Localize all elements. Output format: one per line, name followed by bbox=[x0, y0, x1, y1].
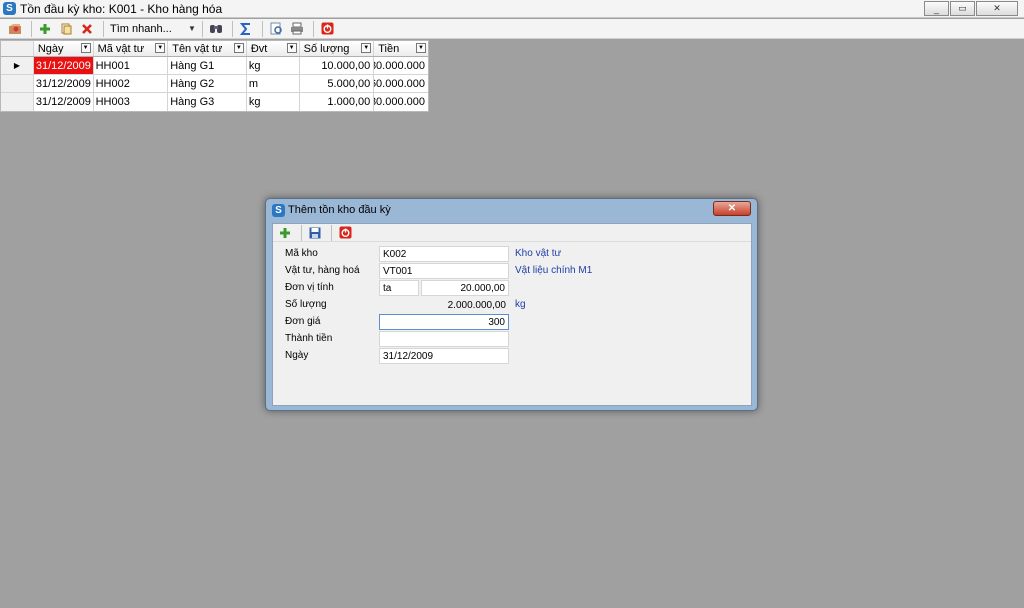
toolbar-separator bbox=[232, 20, 233, 37]
conversion-factor-field[interactable]: 20.000,00 bbox=[421, 280, 509, 296]
date-field[interactable]: 31/12/2009 bbox=[379, 348, 509, 364]
table-cell-amount[interactable]: 80.000.000 bbox=[374, 57, 428, 74]
sum-icon[interactable] bbox=[237, 21, 255, 37]
printer-icon[interactable] bbox=[288, 21, 306, 37]
date-label: Ngày bbox=[285, 350, 309, 361]
quick-search-input[interactable]: Tìm nhanh... bbox=[108, 21, 188, 37]
column-header-code[interactable]: Mã vật tư ▼ bbox=[94, 41, 169, 56]
row-indicator-header bbox=[1, 41, 34, 56]
table-row[interactable]: 31/12/2009 HH002 Hàng G2 m 5.000,00 60.0… bbox=[1, 75, 428, 93]
item-code-field[interactable]: VT001 bbox=[379, 263, 509, 279]
toolbar-separator bbox=[301, 224, 302, 241]
dialog-close-button[interactable]: ✕ bbox=[713, 201, 751, 216]
table-cell-unit[interactable]: kg bbox=[247, 93, 300, 111]
copy-icon[interactable] bbox=[57, 21, 75, 37]
table-cell-quantity[interactable]: 10.000,00 bbox=[300, 57, 375, 74]
filter-dropdown-icon[interactable]: ▼ bbox=[361, 43, 372, 53]
quantity-unit-text: kg bbox=[515, 299, 526, 310]
table-cell-code[interactable]: HH001 bbox=[94, 57, 169, 74]
grid-header-row: Ngày ▼ Mã vật tư ▼ Tên vật tư ▼ Đvt ▼ Số lượ… bbox=[1, 41, 428, 57]
filter-dropdown-icon[interactable]: ▼ bbox=[80, 43, 91, 53]
exit-icon[interactable] bbox=[318, 21, 336, 37]
toolbar-separator bbox=[262, 20, 263, 37]
window-title: Tồn đầu kỳ kho: K001 - Kho hàng hóa bbox=[20, 1, 223, 16]
chevron-down-icon[interactable]: ▼ bbox=[188, 24, 198, 33]
app-logo-icon: S bbox=[272, 203, 285, 217]
item-name-text: Vật liệu chính M1 bbox=[515, 265, 593, 276]
quick-search-text: Tìm nhanh... bbox=[110, 22, 172, 35]
column-header-name[interactable]: Tên vật tư ▼ bbox=[168, 41, 247, 56]
column-header-date[interactable]: Ngày ▼ bbox=[34, 41, 94, 56]
table-cell-unit[interactable]: kg bbox=[247, 57, 300, 74]
row-indicator bbox=[1, 93, 34, 111]
restore-button[interactable]: ▭ bbox=[950, 1, 975, 16]
main-title-bar: S Tồn đầu kỳ kho: K001 - Kho hàng hóa _ … bbox=[0, 0, 1024, 18]
filter-dropdown-icon[interactable]: ▼ bbox=[416, 43, 426, 53]
total-amount-field[interactable] bbox=[379, 331, 509, 347]
column-header-unit[interactable]: Đvt ▼ bbox=[247, 41, 300, 56]
filter-dropdown-icon[interactable]: ▼ bbox=[155, 43, 166, 53]
warehouse-code-field[interactable]: K002 bbox=[379, 246, 509, 262]
open-icon[interactable] bbox=[6, 21, 24, 37]
unit-label: Đơn vị tính bbox=[285, 282, 334, 293]
table-cell-date[interactable]: 31/12/2009 bbox=[33, 57, 94, 74]
close-window-button[interactable]: ✕ bbox=[976, 1, 1018, 16]
table-cell-amount[interactable]: 60.000.000 bbox=[374, 75, 428, 92]
dialog-body: Mã kho K002 Kho vật tư Vật tư, hàng hoá … bbox=[272, 223, 752, 406]
dialog-toolbar bbox=[273, 224, 751, 242]
quantity-field[interactable]: 2.000.000,00 bbox=[379, 297, 509, 313]
add-opening-stock-dialog: S Thêm tồn kho đầu kỳ ✕ Mã kho K002 Kho … bbox=[265, 198, 758, 411]
table-row[interactable]: ▶ 31/12/2009 HH001 Hàng G1 kg 10.000,00 … bbox=[1, 57, 428, 75]
unit-price-label: Đơn giá bbox=[285, 316, 321, 327]
dialog-title-bar[interactable]: S Thêm tồn kho đầu kỳ bbox=[266, 199, 757, 221]
print-preview-icon[interactable] bbox=[267, 21, 285, 37]
delete-icon[interactable] bbox=[78, 21, 96, 37]
table-cell-code[interactable]: HH003 bbox=[94, 93, 169, 111]
column-header-amount[interactable]: Tiền ▼ bbox=[374, 41, 428, 56]
table-cell-date[interactable]: 31/12/2009 bbox=[34, 75, 94, 92]
filter-dropdown-icon[interactable]: ▼ bbox=[233, 43, 244, 53]
warehouse-code-label: Mã kho bbox=[285, 248, 318, 259]
table-row[interactable]: 31/12/2009 HH003 Hàng G3 kg 1.000,00 30.… bbox=[1, 93, 428, 111]
table-cell-name[interactable]: Hàng G3 bbox=[168, 93, 247, 111]
exit-icon[interactable] bbox=[336, 225, 354, 241]
toolbar-separator bbox=[331, 224, 332, 241]
dialog-title: Thêm tồn kho đầu kỳ bbox=[288, 204, 391, 216]
window-controls: _ ▭ ✕ bbox=[923, 1, 1018, 16]
warehouse-name-text: Kho vật tư bbox=[515, 248, 562, 259]
table-cell-quantity[interactable]: 1.000,00 bbox=[300, 93, 375, 111]
quantity-label: Số lượng bbox=[285, 299, 327, 310]
add-icon[interactable] bbox=[36, 21, 54, 37]
table-cell-code[interactable]: HH002 bbox=[94, 75, 169, 92]
toolbar-separator bbox=[202, 20, 203, 37]
unit-field[interactable]: ta bbox=[379, 280, 419, 296]
row-indicator bbox=[1, 75, 34, 92]
binoculars-icon[interactable] bbox=[207, 21, 225, 37]
toolbar-separator bbox=[103, 20, 104, 37]
inventory-grid: Ngày ▼ Mã vật tư ▼ Tên vật tư ▼ Đvt ▼ Số lượ… bbox=[0, 40, 429, 112]
table-cell-date[interactable]: 31/12/2009 bbox=[34, 93, 94, 111]
add-icon[interactable] bbox=[276, 225, 294, 241]
main-toolbar: Tìm nhanh... ▼ bbox=[0, 19, 1024, 39]
save-icon[interactable] bbox=[306, 225, 324, 241]
unit-price-field[interactable]: 300 bbox=[379, 314, 509, 330]
minimize-button[interactable]: _ bbox=[924, 1, 949, 16]
app-logo-icon: S bbox=[3, 2, 16, 15]
table-cell-amount[interactable]: 30.000.000 bbox=[374, 93, 428, 111]
table-cell-name[interactable]: Hàng G2 bbox=[168, 75, 247, 92]
toolbar-separator bbox=[313, 20, 314, 37]
current-row-indicator-icon: ▶ bbox=[1, 57, 34, 74]
total-amount-label: Thành tiền bbox=[285, 333, 333, 344]
toolbar-separator bbox=[31, 20, 32, 37]
item-label: Vật tư, hàng hoá bbox=[285, 265, 360, 276]
table-cell-unit[interactable]: m bbox=[247, 75, 300, 92]
table-cell-name[interactable]: Hàng G1 bbox=[168, 57, 247, 74]
table-cell-quantity[interactable]: 5.000,00 bbox=[300, 75, 375, 92]
column-header-quantity[interactable]: Số lượng ▼ bbox=[300, 41, 375, 56]
filter-dropdown-icon[interactable]: ▼ bbox=[286, 43, 297, 53]
